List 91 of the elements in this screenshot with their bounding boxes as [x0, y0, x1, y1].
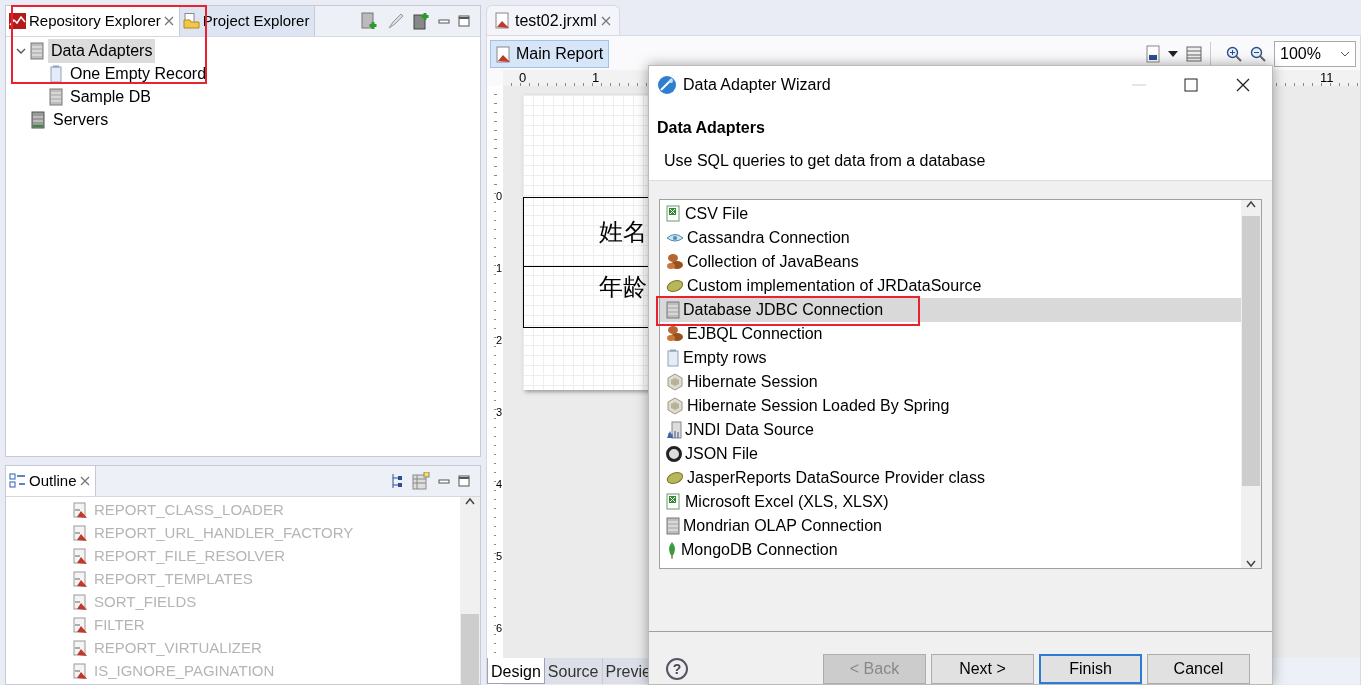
- caret-icon[interactable]: [1168, 51, 1178, 57]
- database-icon: [30, 41, 44, 60]
- zoom-combo[interactable]: 100%: [1274, 41, 1356, 67]
- adapter-list-item[interactable]: JasperReports DataSource Provider class: [660, 465, 1241, 490]
- adapter-list-item[interactable]: Database JDBC Connection: [660, 297, 1241, 322]
- parameter-icon: [72, 548, 88, 565]
- spreadsheet-icon: [666, 205, 682, 223]
- parameter-icon: [72, 571, 88, 588]
- adapter-list-item[interactable]: Cassandra Connection: [660, 225, 1241, 250]
- view-tab[interactable]: Design: [487, 658, 545, 684]
- adapter-list-item[interactable]: JSON File: [660, 441, 1241, 466]
- ruler-label: 0: [519, 69, 528, 88]
- spreadsheet-icon: [666, 493, 682, 511]
- ruler-label: 11: [1320, 69, 1335, 88]
- chevron-icon: [1340, 51, 1350, 57]
- panel-tab[interactable]: Repository Explorer: [6, 6, 180, 36]
- parameter-icon: [72, 594, 88, 611]
- scroll-up-icon: [1246, 199, 1256, 208]
- close-icon: [79, 476, 90, 486]
- tree-item[interactable]: Data Adapters: [48, 38, 156, 63]
- blank-page-icon: [49, 64, 63, 83]
- data-icon[interactable]: [1146, 45, 1160, 63]
- zoom-out-icon[interactable]: [1250, 46, 1266, 62]
- network-icon: [666, 420, 682, 439]
- parameter-icon: [72, 617, 88, 634]
- parameter-icon: [72, 502, 88, 519]
- adapter-list-item[interactable]: Microsoft Excel (XLS, XLSX): [660, 489, 1241, 514]
- scroll-up-icon: [465, 497, 475, 505]
- server-icon: [30, 110, 46, 129]
- window-title: Data Adapter Wizard: [683, 74, 831, 95]
- wizard-button[interactable]: Cancel: [1147, 654, 1250, 684]
- adapter-list-item[interactable]: CSV File: [660, 201, 1241, 226]
- adapter-list-item[interactable]: Custom implementation of JRDataSource: [660, 273, 1241, 298]
- database-icon: [49, 87, 63, 106]
- adapter-list-item[interactable]: Hibernate Session: [660, 369, 1241, 394]
- page-description: Use SQL queries to get data from a database: [663, 150, 987, 171]
- report-icon: [495, 12, 511, 29]
- report-tab[interactable]: Main Report: [490, 40, 610, 68]
- database-icon: [666, 300, 680, 319]
- ring-icon: [666, 445, 682, 462]
- close-icon: [163, 16, 174, 26]
- hexagon-icon: [666, 396, 684, 415]
- parameter-icon: [72, 525, 88, 542]
- maximize-icon[interactable]: [1184, 77, 1198, 92]
- ruler-label: 1: [592, 69, 601, 88]
- adapter-list-item[interactable]: Hibernate Session Loaded By Spring: [660, 393, 1241, 418]
- outline-icon: [9, 473, 26, 489]
- eye-icon: [666, 231, 684, 244]
- bean-icon: [666, 470, 684, 485]
- adapter-list-item[interactable]: Mondrian OLAP Connection: [660, 513, 1241, 538]
- parameter-icon: [72, 640, 88, 657]
- bean-icon: [666, 278, 684, 293]
- blank-page-icon: [666, 348, 680, 367]
- panel-tab[interactable]: Outline: [6, 466, 96, 496]
- leaf-icon: [666, 540, 678, 559]
- close-icon[interactable]: [1236, 77, 1250, 92]
- adapter-list-item[interactable]: EJBQL Connection: [660, 321, 1241, 346]
- tree-item[interactable]: Sample DB: [67, 84, 154, 109]
- report-icon: [496, 45, 512, 63]
- adapter-list-item[interactable]: MongoDB Connection: [660, 537, 1241, 562]
- hexagon-icon: [666, 372, 684, 391]
- folder-icon: [182, 13, 200, 29]
- maximize-icon[interactable]: [458, 475, 470, 487]
- database-icon: [666, 516, 680, 535]
- list-icon[interactable]: [1186, 46, 1202, 62]
- adapter-list-item[interactable]: Empty rows: [660, 345, 1241, 370]
- help-button[interactable]: ?: [666, 658, 688, 680]
- report-field[interactable]: 姓名: [599, 214, 647, 250]
- adapter-list-item[interactable]: Collection of JavaBeans: [660, 249, 1241, 274]
- adapter-list-item[interactable]: JNDI Data Source: [660, 417, 1241, 442]
- report-field[interactable]: 年龄: [599, 269, 647, 305]
- tree-item[interactable]: Servers: [50, 107, 112, 132]
- editor-tab[interactable]: test02.jrxml: [486, 5, 620, 35]
- maximize-icon[interactable]: [458, 15, 470, 27]
- beans-icon: [666, 324, 684, 343]
- add-server-icon[interactable]: [412, 12, 430, 30]
- wizard-button[interactable]: Finish: [1039, 654, 1142, 684]
- wizard-button[interactable]: Next >: [931, 654, 1034, 684]
- scrollbar[interactable]: [1241, 199, 1261, 568]
- view-tab[interactable]: Source: [544, 658, 603, 684]
- tree-view-icon[interactable]: [390, 473, 404, 489]
- close-icon: [600, 15, 611, 26]
- parameter-icon: [72, 663, 88, 680]
- page-heading: Data Adapters: [657, 117, 766, 138]
- add-adapter-icon[interactable]: [360, 12, 378, 30]
- scroll-down-icon: [1246, 560, 1256, 568]
- zoom-in-icon[interactable]: [1226, 46, 1242, 62]
- beans-icon: [666, 252, 684, 271]
- wizard-icon: [657, 74, 677, 95]
- scrollbar[interactable]: [460, 497, 480, 684]
- tree-item[interactable]: One Empty Record: [67, 61, 210, 86]
